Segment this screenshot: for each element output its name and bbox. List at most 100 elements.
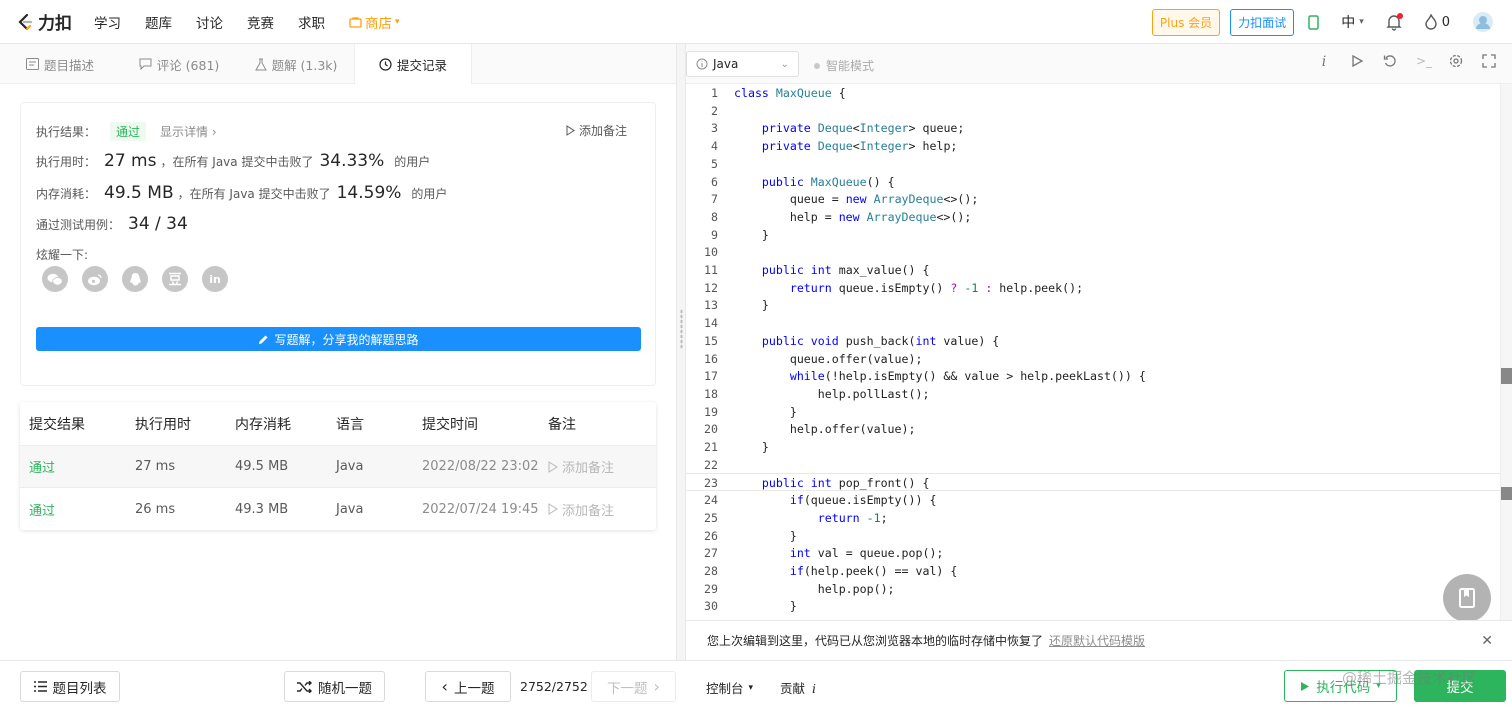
wechat-icon[interactable] <box>42 266 68 292</box>
code-line[interactable]: 1 class MaxQueue { <box>686 84 1512 102</box>
row-status[interactable]: 通过 <box>20 457 135 476</box>
row-add-note[interactable]: 添加备注 <box>548 457 656 476</box>
nav-jobs[interactable]: 求职 <box>298 12 325 32</box>
bell-icon[interactable] <box>1386 12 1403 31</box>
tab-submissions[interactable]: 提交记录 <box>354 44 472 84</box>
code-line[interactable]: 4 private Deque<Integer> help; <box>686 137 1512 155</box>
code-line[interactable]: 24 if(queue.isEmpty()) { <box>686 491 1512 509</box>
code-line[interactable]: 16 queue.offer(value); <box>686 350 1512 368</box>
table-row[interactable]: 通过 27 ms 49.5 MB Java 2022/08/22 23:02 添… <box>20 446 656 488</box>
code-line[interactable]: 30 } <box>686 597 1512 615</box>
top-navbar: 力扣 学习 题库 讨论 竞赛 求职 商店 ▾ Plus 会员 力扣面试 中 ▾ … <box>0 0 1512 44</box>
qq-icon[interactable] <box>122 266 148 292</box>
linkedin-icon[interactable]: in <box>202 266 228 292</box>
run-outline-icon[interactable] <box>1350 54 1364 68</box>
prev-problem-button[interactable]: ‹ 上一题 <box>425 671 511 702</box>
nav-contest[interactable]: 竞赛 <box>247 12 274 32</box>
code-text: public int pop_front() { <box>761 476 930 491</box>
code-line[interactable]: 23 public int pop_front() { <box>686 473 1512 492</box>
next-problem-button[interactable]: 下一题 › <box>591 671 676 702</box>
code-line[interactable]: 25 return -1; <box>686 509 1512 527</box>
code-line[interactable]: 11 public int max_value() { <box>686 261 1512 279</box>
code-line[interactable]: 26 } <box>686 527 1512 545</box>
console-toggle[interactable]: 控制台 ▾ <box>706 678 753 697</box>
nav-store[interactable]: 商店 ▾ <box>349 12 400 32</box>
row-time: 2022/07/24 19:45 <box>422 501 539 517</box>
code-line[interactable]: 18 help.pollLast(); <box>686 385 1512 403</box>
runtime-label: 执行用时： <box>36 155 97 169</box>
tab-solutions[interactable]: 题解 (1.3k) <box>238 44 354 84</box>
nav-problems[interactable]: 题库 <box>145 12 172 32</box>
line-number: 21 <box>704 440 718 454</box>
code-line[interactable]: 7 queue = new ArrayDeque<>(); <box>686 190 1512 208</box>
code-line[interactable]: 14 <box>686 314 1512 332</box>
code-line[interactable]: 9 } <box>686 226 1512 244</box>
restore-default-link[interactable]: 还原默认代码模版 <box>1049 632 1145 649</box>
restore-text: 您上次编辑到这里，代码已从您浏览器本地的临时存储中恢复了 <box>707 634 1044 648</box>
plus-member-button[interactable]: Plus 会员 <box>1151 8 1221 36</box>
line-number: 29 <box>704 581 718 596</box>
code-line[interactable]: 2 <box>686 102 1512 120</box>
submit-button[interactable]: 提交 <box>1414 670 1506 702</box>
coins[interactable]: 0 <box>1424 14 1450 30</box>
code-line[interactable]: 29 help.pop(); <box>686 580 1512 598</box>
code-line[interactable]: 21 } <box>686 438 1512 456</box>
prev-label: 上一题 <box>453 680 495 697</box>
code-line[interactable]: 22 <box>686 456 1512 474</box>
interview-button[interactable]: 力扣面试 <box>1230 8 1295 36</box>
memory-percent: 14.59% <box>336 183 402 203</box>
write-solution-button[interactable]: 写题解，分享我的解题思路 <box>36 327 641 351</box>
run-code-button[interactable]: 执行代码 ▾ <box>1284 670 1397 702</box>
mobile-app-icon[interactable] <box>1308 14 1319 30</box>
weibo-icon[interactable] <box>82 266 108 292</box>
close-icon[interactable]: ✕ <box>1481 633 1493 649</box>
show-details-link[interactable]: 显示详情 › <box>160 123 217 140</box>
user-avatar[interactable] <box>1472 11 1494 33</box>
notes-button[interactable] <box>1443 574 1491 622</box>
reset-icon[interactable] <box>1383 54 1397 68</box>
code-line[interactable]: 20 help.offer(value); <box>686 420 1512 438</box>
nav-study[interactable]: 学习 <box>94 12 121 32</box>
line-number: 24 <box>704 493 718 508</box>
language-select[interactable]: Java ⌄ <box>686 51 799 77</box>
users-text: 的用户 <box>411 187 448 201</box>
code-line[interactable]: 8 help = new ArrayDeque<>(); <box>686 208 1512 226</box>
code-line[interactable]: 28 if(help.peek() == val) { <box>686 562 1512 580</box>
contribute-button[interactable]: 贡献 i <box>780 678 816 697</box>
code-line[interactable]: 5 <box>686 155 1512 173</box>
editor-scrollbar[interactable] <box>1500 84 1512 620</box>
code-line[interactable]: 12 return queue.isEmpty() ? -1 : help.pe… <box>686 279 1512 297</box>
tab-description[interactable]: 题目描述 <box>0 44 120 84</box>
row-add-note[interactable]: 添加备注 <box>548 500 656 519</box>
problem-list-button[interactable]: 题目列表 <box>20 671 120 702</box>
douban-icon[interactable] <box>162 266 188 292</box>
code-line[interactable]: 6 public MaxQueue() { <box>686 173 1512 191</box>
col-note: 备注 <box>548 416 576 433</box>
code-editor[interactable]: 30 } 29 help.pop(); 28 if(help.peek() == v… <box>686 84 1512 620</box>
nav-discuss[interactable]: 讨论 <box>196 12 223 32</box>
code-text: private Deque<Integer> help; <box>761 139 958 154</box>
info-italic-icon[interactable]: i <box>1317 54 1331 70</box>
submit-label: 提交 <box>1446 680 1474 696</box>
tab-comments[interactable]: 评论 (681) <box>120 44 238 84</box>
code-line[interactable]: 17 while(!help.isEmpty() && value > help… <box>686 367 1512 385</box>
smart-mode-toggle[interactable]: 智能模式 <box>814 57 874 74</box>
row-status[interactable]: 通过 <box>20 500 135 519</box>
terminal-icon[interactable]: >_ <box>1416 54 1432 70</box>
language-switch[interactable]: 中 ▾ <box>1341 12 1364 32</box>
code-line[interactable]: 3 private Deque<Integer> queue; <box>686 119 1512 137</box>
code-line[interactable]: 27 int val = queue.pop(); <box>686 544 1512 562</box>
table-row[interactable]: 通过 26 ms 49.3 MB Java 2022/07/24 19:45 添… <box>20 488 656 530</box>
code-line[interactable]: 19 } <box>686 403 1512 421</box>
code-line[interactable]: 15 public void push_back(int value) { <box>686 332 1512 350</box>
settings-icon[interactable] <box>1449 54 1463 68</box>
line-number: 22 <box>704 457 718 472</box>
code-line[interactable]: 10 <box>686 243 1512 261</box>
fullscreen-icon[interactable] <box>1482 54 1496 68</box>
add-note-button[interactable]: 添加备注 <box>566 122 627 139</box>
leetcode-logo[interactable]: 力扣 <box>16 9 72 34</box>
random-problem-button[interactable]: 随机一题 <box>284 671 385 702</box>
panel-splitter[interactable] <box>676 44 686 660</box>
code-line[interactable]: 13 } <box>686 296 1512 314</box>
info-icon <box>696 58 708 70</box>
